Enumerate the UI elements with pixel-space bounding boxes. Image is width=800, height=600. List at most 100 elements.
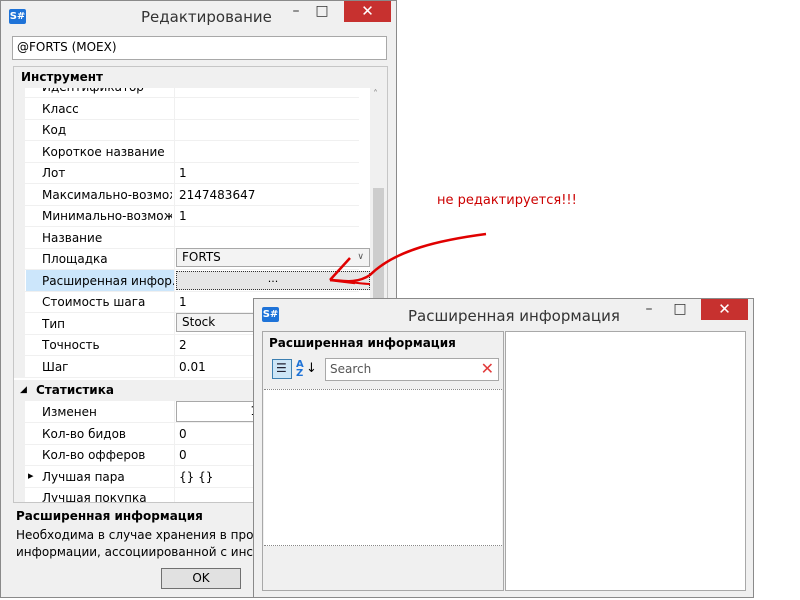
row-gutter xyxy=(14,269,25,292)
extended-info-title: Расширенная информация xyxy=(408,307,620,325)
instrument-row[interactable]: Код xyxy=(14,119,359,141)
expand-arrow-icon[interactable]: ▸ xyxy=(28,469,34,482)
row-gutter xyxy=(14,401,25,423)
combobox-value: Stock xyxy=(182,314,216,329)
scroll-up-arrow-icon[interactable]: ˄ xyxy=(373,89,378,100)
category-instrument-label: Инструмент xyxy=(21,70,104,84)
column-separator xyxy=(174,97,175,120)
property-label: Кол-во офферов xyxy=(42,448,146,462)
column-separator xyxy=(174,88,175,98)
close-button[interactable]: ✕ xyxy=(344,1,391,22)
column-separator xyxy=(174,291,175,313)
instrument-row[interactable]: Максимально-возмож... 2147483647 xyxy=(14,183,359,206)
instrument-row[interactable]: Площадка FORTS ∨ xyxy=(14,248,370,270)
instrument-row[interactable]: Лот 1 xyxy=(14,162,359,184)
property-label: Короткое название xyxy=(42,144,165,159)
help-title: Расширенная информация xyxy=(16,509,203,523)
row-gutter xyxy=(14,334,25,356)
property-value[interactable] xyxy=(179,227,357,248)
close-icon: ✕ xyxy=(718,300,731,318)
popup-property-list xyxy=(264,389,502,546)
instrument-row[interactable]: Короткое название xyxy=(14,140,359,163)
property-value[interactable] xyxy=(179,98,357,119)
security-search-value: @FORTS (MOEX) xyxy=(17,40,117,54)
row-gutter xyxy=(14,422,25,445)
sort-az-icon: AZ xyxy=(296,359,304,379)
property-label: Код xyxy=(42,123,67,137)
column-separator xyxy=(174,312,175,335)
property-label: Тип xyxy=(42,316,65,331)
row-gutter xyxy=(14,248,25,270)
column-separator xyxy=(174,334,175,356)
row-gutter xyxy=(14,97,25,120)
ok-button[interactable]: OK xyxy=(161,568,241,589)
instrument-row[interactable]: Название xyxy=(14,226,359,249)
instrument-row[interactable]: Класс xyxy=(14,97,359,120)
column-separator xyxy=(174,465,175,488)
maximize-button[interactable]: □ xyxy=(309,1,335,22)
sort-arrow-icon: ↓ xyxy=(306,361,317,376)
help-line-1: Необходима в случае хранения в програм xyxy=(16,528,284,542)
row-gutter xyxy=(14,444,25,466)
instrument-row[interactable]: Минимально-возмож... 1 xyxy=(14,205,359,227)
edit-window-titlebar[interactable]: S# Редактирование – □ ✕ xyxy=(1,1,396,32)
column-separator xyxy=(174,226,175,249)
property-value[interactable] xyxy=(179,119,357,140)
extended-info-edit-button[interactable]: ... xyxy=(176,270,370,290)
maximize-icon: □ xyxy=(315,3,329,19)
column-separator xyxy=(174,205,175,227)
collapse-arrow-icon[interactable]: ◢ xyxy=(20,380,27,401)
categorized-view-button[interactable]: ☰ xyxy=(272,359,292,379)
property-label: Минимально-возмож... xyxy=(42,209,172,223)
row-gutter xyxy=(14,312,25,335)
row-gutter xyxy=(14,88,25,98)
property-value[interactable] xyxy=(179,141,357,162)
sort-alpha-button[interactable]: AZ ↓ xyxy=(294,359,317,379)
popup-search-input[interactable]: Search ✕ xyxy=(325,358,499,381)
category-instrument[interactable]: Инструмент xyxy=(14,67,387,88)
property-label: Расширенная инфор... xyxy=(26,269,174,291)
help-line-2: информации, ассоциированной с инструм xyxy=(16,545,284,559)
column-separator xyxy=(174,269,175,292)
clear-search-icon[interactable]: ✕ xyxy=(481,359,494,379)
popup-left-pane: Расширенная информация ☰ AZ ↓ Search ✕ xyxy=(262,331,504,591)
instrument-row[interactable]: Идентификатор xyxy=(14,88,359,98)
property-label: Лучшая покупка xyxy=(42,491,147,503)
instrument-row[interactable]: Расширенная инфор...... xyxy=(14,269,370,292)
property-value[interactable]: 2147483647 xyxy=(179,184,357,205)
exchange-combobox[interactable]: FORTS ∨ xyxy=(176,248,370,267)
minimize-button[interactable]: – xyxy=(283,1,309,22)
property-label: Шаг xyxy=(42,359,69,374)
app-logo-icon: S# xyxy=(9,9,26,24)
combobox-value: FORTS xyxy=(182,250,221,264)
column-separator xyxy=(174,162,175,184)
row-gutter xyxy=(14,487,25,502)
property-value[interactable] xyxy=(179,88,357,97)
maximize-icon: □ xyxy=(673,301,687,317)
property-value[interactable]: 1 xyxy=(179,162,357,183)
popup-app-logo-icon: S# xyxy=(262,307,279,322)
popup-close-button[interactable]: ✕ xyxy=(701,299,748,320)
row-gutter xyxy=(14,183,25,206)
popup-minimize-button[interactable]: – xyxy=(636,299,662,320)
property-value[interactable]: 1 xyxy=(179,205,357,226)
property-label: Точность xyxy=(42,338,100,352)
chevron-down-icon: ∨ xyxy=(357,252,364,262)
extended-info-titlebar[interactable]: S# Расширенная информация – □ ✕ xyxy=(254,299,753,330)
extended-info-window: S# Расширенная информация – □ ✕ Расширен… xyxy=(253,298,754,598)
row-gutter xyxy=(14,119,25,141)
popup-header: Расширенная информация xyxy=(269,336,456,350)
popup-maximize-button[interactable]: □ xyxy=(667,299,693,320)
column-separator xyxy=(174,422,175,445)
security-search-box[interactable]: @FORTS (MOEX) xyxy=(12,36,387,60)
row-gutter xyxy=(14,465,25,488)
property-label: Класс xyxy=(42,101,79,116)
row-gutter xyxy=(14,226,25,249)
column-separator xyxy=(174,119,175,141)
categorized-icon: ☰ xyxy=(276,361,287,375)
row-gutter xyxy=(14,291,25,313)
annotation-text: не редактируется!!! xyxy=(437,193,577,208)
column-separator xyxy=(174,140,175,163)
row-gutter xyxy=(14,140,25,163)
property-label: Идентификатор xyxy=(42,88,172,97)
